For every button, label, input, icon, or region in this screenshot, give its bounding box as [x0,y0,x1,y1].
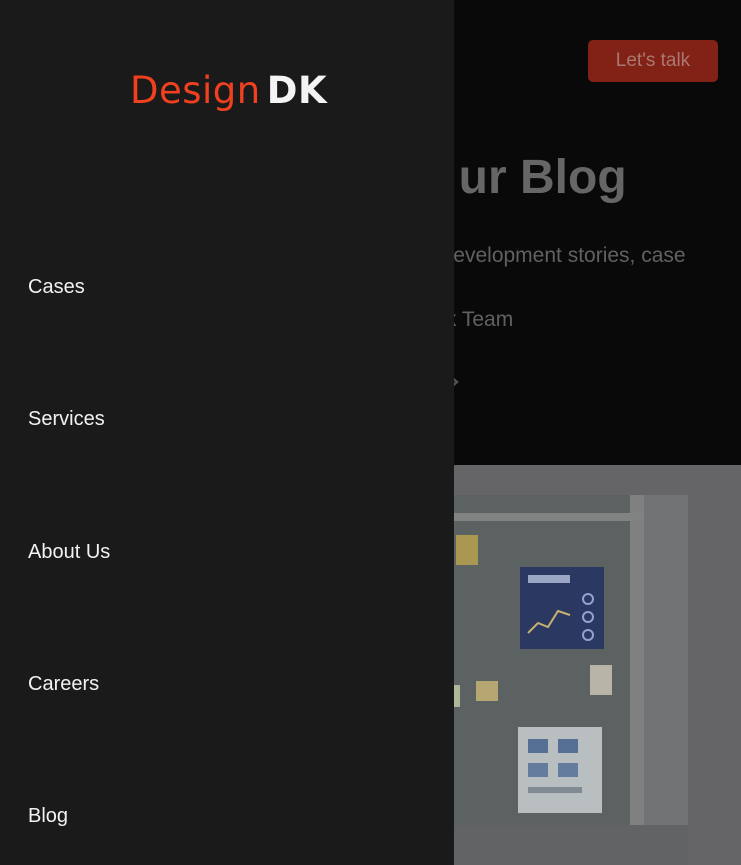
nav-item-careers[interactable]: Careers [28,673,99,696]
nav-item-about-us[interactable]: About Us [28,541,110,564]
logo-text-dk: DK [266,69,328,112]
side-drawer: Design DK Cases Services About Us Careers… [0,0,454,865]
nav-item-cases[interactable]: Cases [28,276,85,299]
brand-logo[interactable]: Design DK [130,72,327,109]
logo-text-design: Design [130,69,261,112]
nav-item-services[interactable]: Services [28,408,105,431]
nav-item-blog[interactable]: Blog [28,805,68,828]
